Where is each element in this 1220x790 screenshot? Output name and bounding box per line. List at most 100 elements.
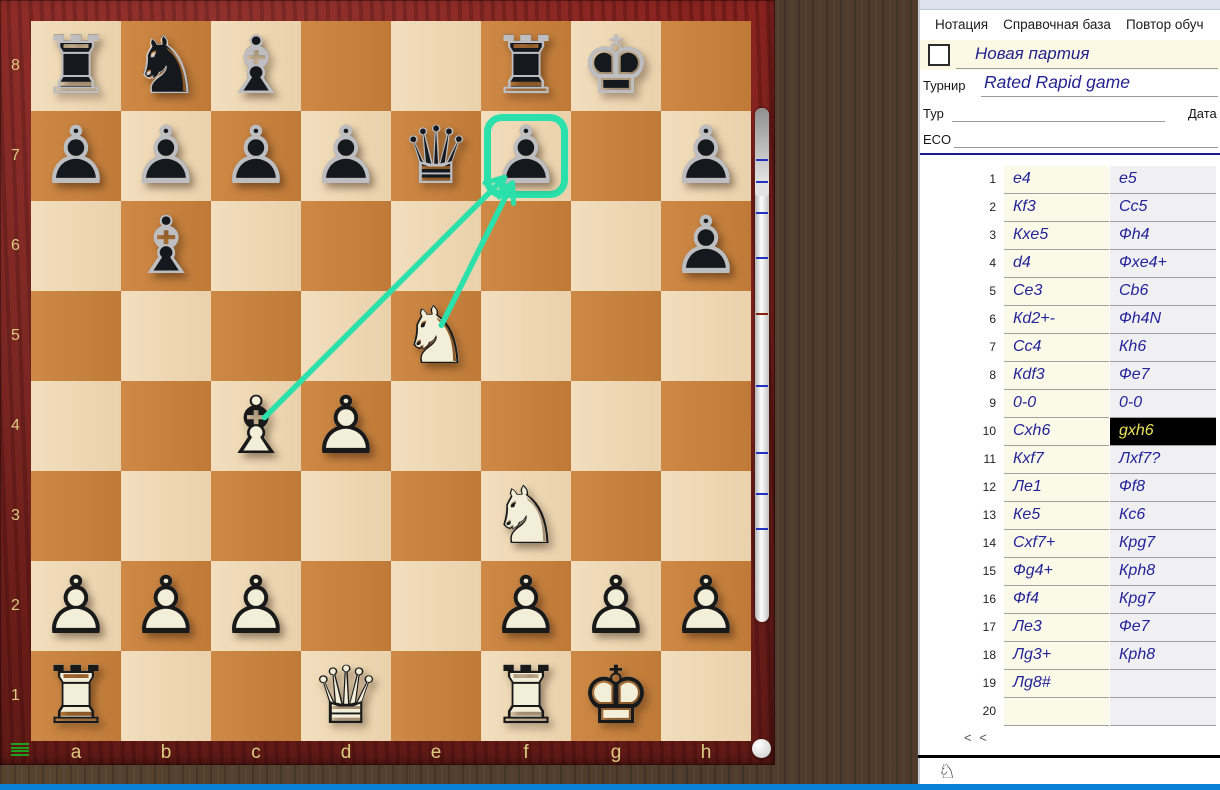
square-g5[interactable] [571,291,661,381]
square-h3[interactable] [661,471,751,561]
eco-field[interactable] [954,147,1218,148]
tab-notation[interactable]: Нотация [935,17,988,32]
new-game-checkbox[interactable] [928,44,950,66]
piece-white-pawn[interactable]: ♟ ♙ [301,381,391,471]
move-black-highlighted[interactable]: gxh6 [1110,418,1216,446]
move-slider[interactable] [755,108,769,622]
square-a5[interactable] [31,291,121,381]
move-black[interactable]: Крh8 [1110,558,1216,586]
step-back-label[interactable]: < < [964,730,989,745]
piece-black-pawn[interactable]: ♟ ♙ [661,201,751,291]
move-black[interactable]: Фe7 [1110,614,1216,642]
move-white[interactable]: Кxf7 [1004,446,1109,474]
move-black[interactable]: Сb6 [1110,278,1216,306]
piece-black-knight[interactable]: ♞ ♘ [121,21,211,111]
piece-white-queen[interactable]: ♛ ♕ [301,651,391,741]
move-white[interactable]: Кdf3 [1004,362,1109,390]
piece-white-pawn[interactable]: ♟ ♙ [571,561,661,651]
move-white[interactable]: e4 [1004,166,1109,194]
square-a3[interactable] [31,471,121,561]
square-b3[interactable] [121,471,211,561]
move-black[interactable]: Крh8 [1110,642,1216,670]
move-black[interactable]: Кc6 [1110,502,1216,530]
chess-board[interactable]: ♜ ♖ ♞ ♘ ♝ ♗ ♜ ♖ ♚ ♔ ♟ ♙ ♟ ♙ ♟ ♙ ♟ ♙ ♛ ♕ ♟ ♙ ♟ ♙ ♝ ♗ ♟ ♙ ♞ ♘ ♝ ♗ ♟ ♙ ♞ ♘ ♟ ♙ ♟ ♙… [31,21,751,741]
piece-white-knight[interactable]: ♞ ♘ [481,471,571,561]
move-black[interactable]: 0-0 [1110,390,1216,418]
piece-white-pawn[interactable]: ♟ ♙ [481,561,571,651]
piece-white-rook[interactable]: ♜ ♖ [481,651,571,741]
piece-black-rook[interactable]: ♜ ♖ [31,21,121,111]
square-d2[interactable] [301,561,391,651]
square-g6[interactable] [571,201,661,291]
square-g7[interactable] [571,111,661,201]
piece-white-pawn[interactable]: ♟ ♙ [661,561,751,651]
square-h5[interactable] [661,291,751,381]
piece-black-pawn[interactable]: ♟ ♙ [301,111,391,201]
board-corner-button[interactable] [752,739,771,758]
piece-black-pawn[interactable]: ♟ ♙ [481,111,571,201]
square-b1[interactable] [121,651,211,741]
square-e4[interactable] [391,381,481,471]
square-f5[interactable] [481,291,571,381]
piece-black-queen[interactable]: ♛ ♕ [391,111,481,201]
move-black[interactable]: Крg7 [1110,586,1216,614]
square-c5[interactable] [211,291,301,381]
move-black[interactable]: Крg7 [1110,530,1216,558]
move-white[interactable]: Лg3+ [1004,642,1109,670]
square-c6[interactable] [211,201,301,291]
piece-black-bishop[interactable]: ♝ ♗ [211,21,301,111]
square-b5[interactable] [121,291,211,381]
square-c3[interactable] [211,471,301,561]
piece-white-pawn[interactable]: ♟ ♙ [121,561,211,651]
piece-black-pawn[interactable]: ♟ ♙ [121,111,211,201]
tab-reference-base[interactable]: Справочная база [1003,17,1111,32]
square-a6[interactable] [31,201,121,291]
move-black[interactable] [1110,698,1216,726]
square-f6[interactable] [481,201,571,291]
move-black[interactable] [1110,670,1216,698]
square-e6[interactable] [391,201,481,291]
square-d8[interactable] [301,21,391,111]
tournament-value[interactable]: Rated Rapid game [984,72,1130,93]
move-white[interactable]: Сxh6 [1004,418,1109,446]
move-black[interactable]: e5 [1110,166,1216,194]
move-white[interactable]: Ле1 [1004,474,1109,502]
move-white[interactable]: Кxe5 [1004,222,1109,250]
square-h1[interactable] [661,651,751,741]
move-black[interactable]: Фf8 [1110,474,1216,502]
piece-black-pawn[interactable]: ♟ ♙ [211,111,301,201]
move-white[interactable]: Ле3 [1004,614,1109,642]
piece-black-pawn[interactable]: ♟ ♙ [31,111,121,201]
piece-white-pawn[interactable]: ♟ ♙ [211,561,301,651]
square-a4[interactable] [31,381,121,471]
square-h4[interactable] [661,381,751,471]
move-white[interactable]: Лg8# [1004,670,1109,698]
piece-white-king[interactable]: ♚ ♔ [571,651,661,741]
tab-training-repeat[interactable]: Повтор обуч [1126,17,1204,32]
move-white[interactable]: Сe3 [1004,278,1109,306]
square-d6[interactable] [301,201,391,291]
move-black[interactable]: Кh6 [1110,334,1216,362]
move-black[interactable]: Сc5 [1110,194,1216,222]
square-g3[interactable] [571,471,661,561]
move-white[interactable]: Фg4+ [1004,558,1109,586]
square-g4[interactable] [571,381,661,471]
square-c1[interactable] [211,651,301,741]
new-game-field[interactable] [956,68,1218,69]
move-black[interactable]: Лxf7? [1110,446,1216,474]
square-d5[interactable] [301,291,391,381]
square-b4[interactable] [121,381,211,471]
piece-white-rook[interactable]: ♜ ♖ [31,651,121,741]
move-white[interactable]: Кf3 [1004,194,1109,222]
move-black[interactable]: Фxe4+ [1110,250,1216,278]
move-white[interactable]: Кe5 [1004,502,1109,530]
square-e2[interactable] [391,561,481,651]
move-white[interactable]: Сc4 [1004,334,1109,362]
move-white[interactable]: Кd2+- [1004,306,1109,334]
move-white[interactable]: Сxf7+ [1004,530,1109,558]
square-d3[interactable] [301,471,391,561]
square-h8[interactable] [661,21,751,111]
piece-black-rook[interactable]: ♜ ♖ [481,21,571,111]
board-menu-icon[interactable] [11,743,29,756]
square-f4[interactable] [481,381,571,471]
